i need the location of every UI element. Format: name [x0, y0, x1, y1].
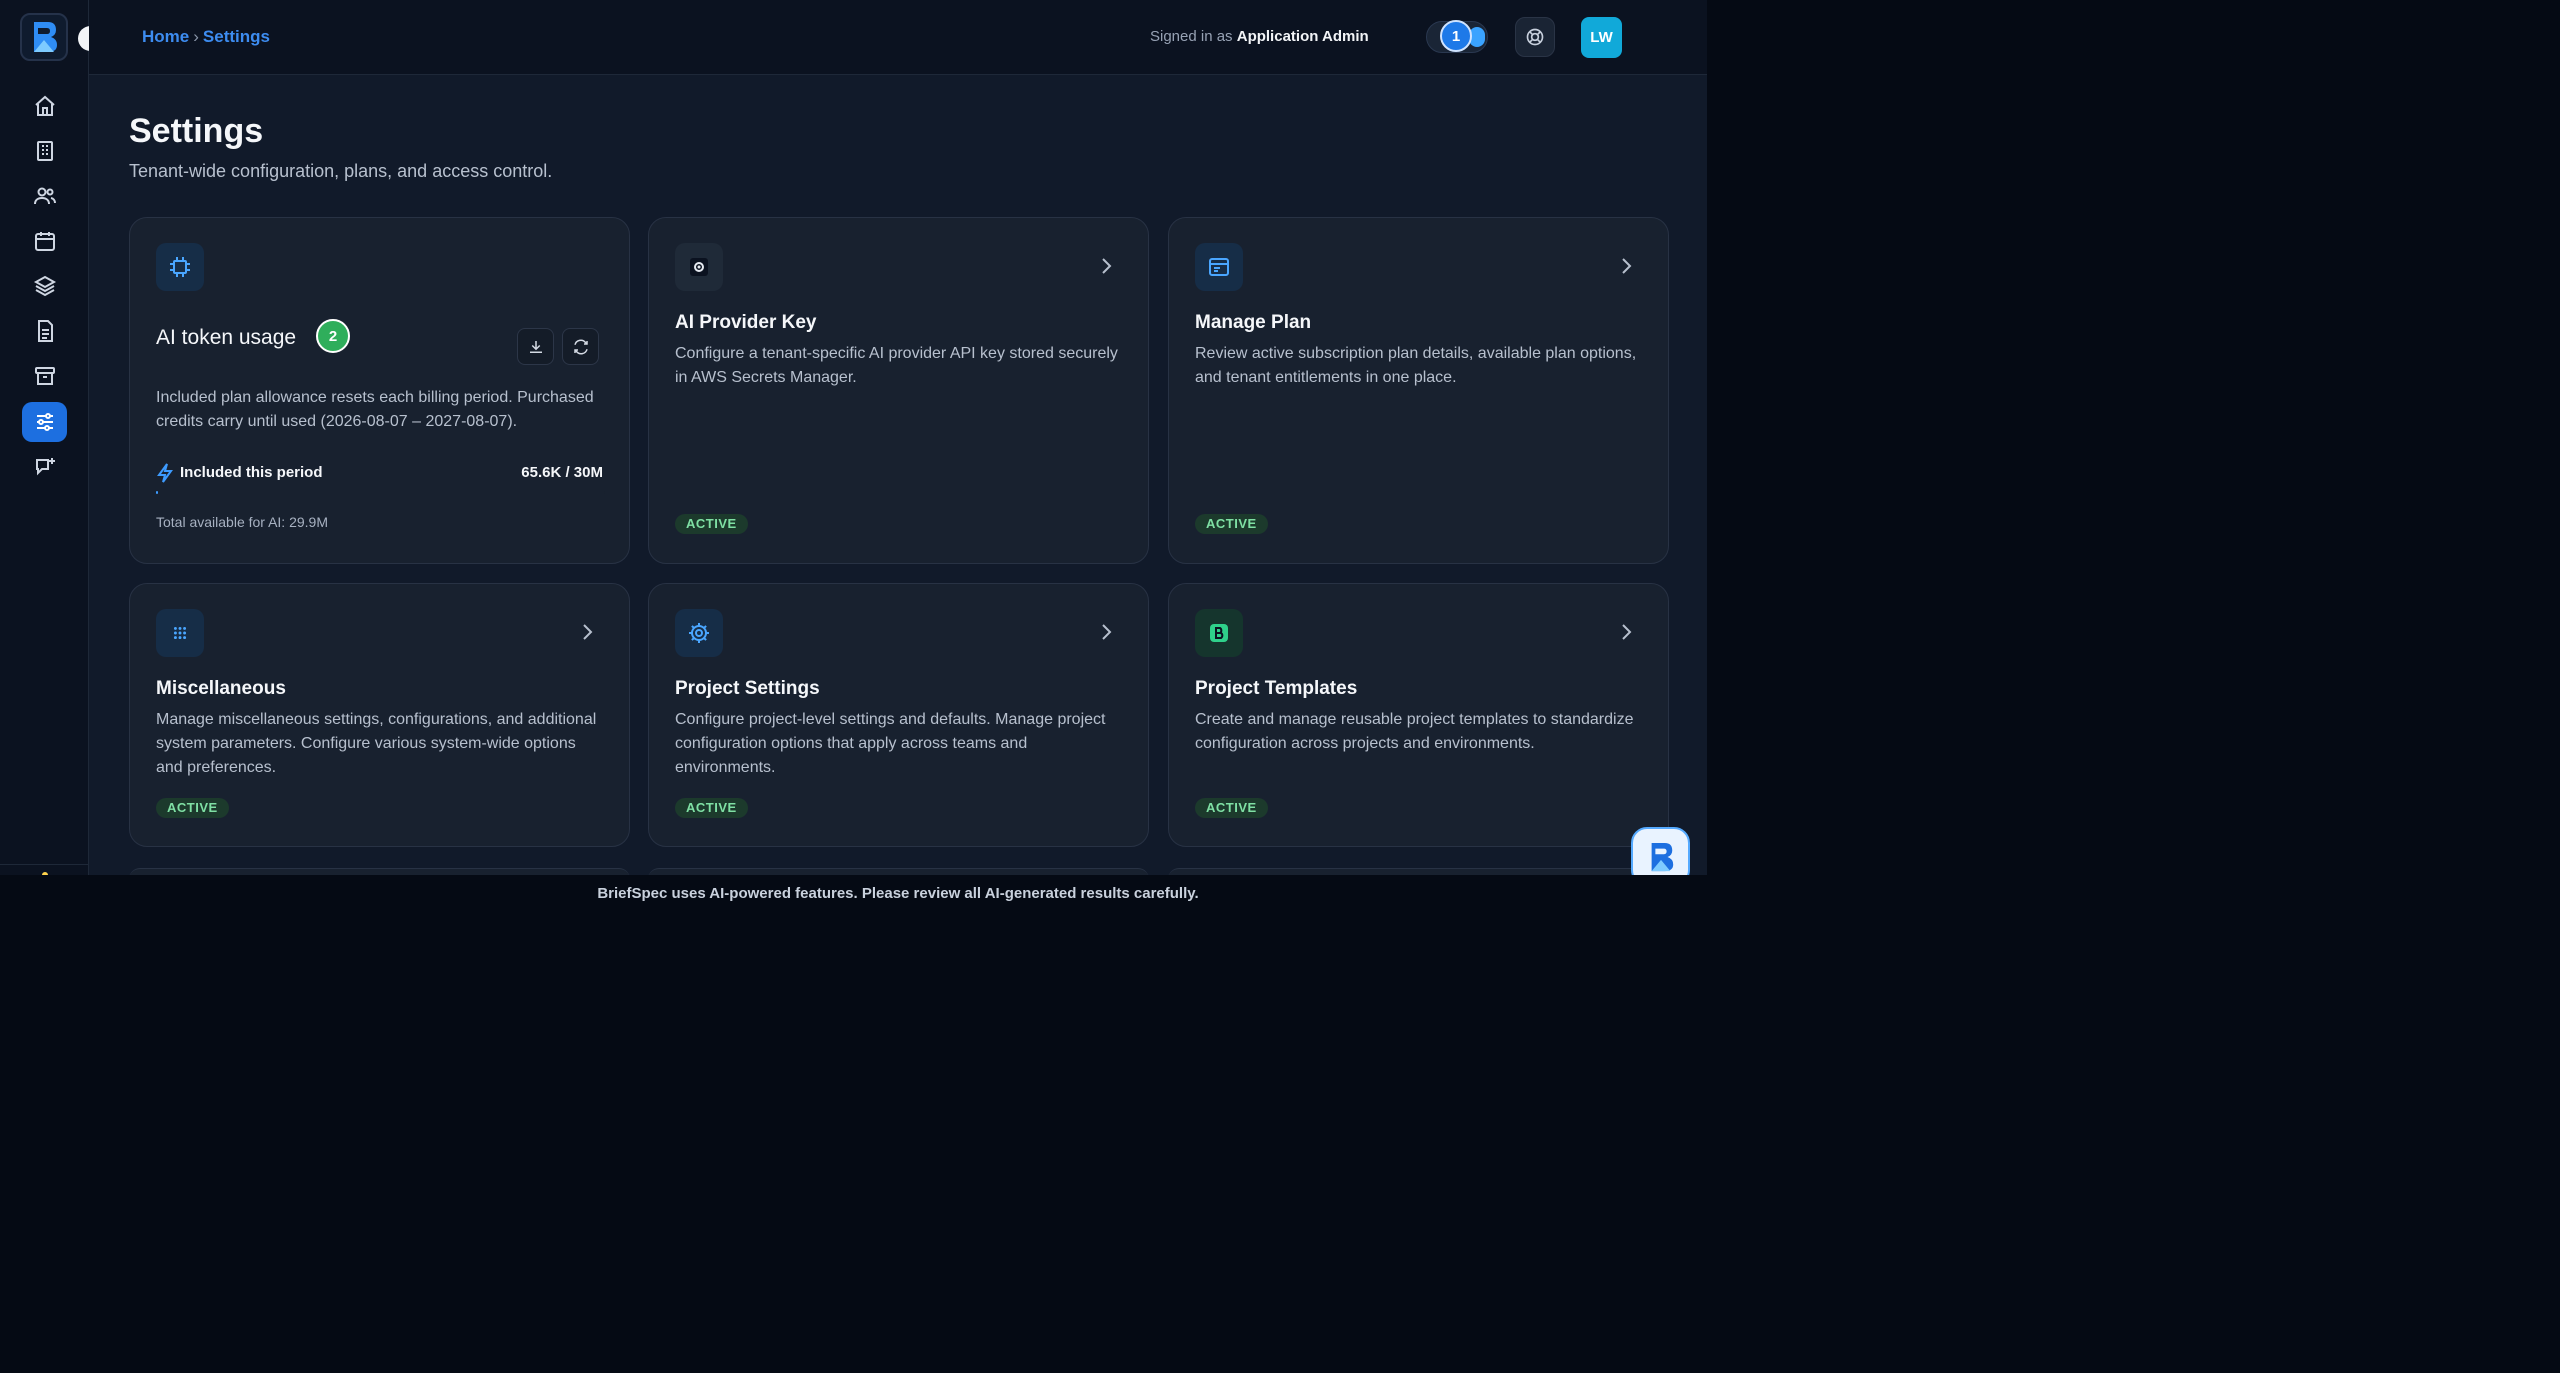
nav-organizations[interactable] — [22, 131, 67, 171]
card-icon-box — [1195, 243, 1243, 291]
token-usage-progress — [156, 491, 605, 494]
nav-calendar[interactable] — [22, 221, 67, 261]
calendar-icon — [34, 232, 55, 251]
card-icon-box — [1195, 609, 1243, 657]
cpu-chip-icon-box — [156, 243, 204, 291]
ai-disclaimer: BriefSpec uses AI-powered features. Plea… — [597, 885, 1199, 902]
status-badge: ACTIVE — [675, 514, 748, 534]
nav-home[interactable] — [22, 86, 67, 126]
card-description: Configure a tenant-specific AI provider … — [675, 345, 1118, 386]
total-available-label: Total available for AI: 29.9M — [156, 514, 328, 530]
card-description: Review active subscription plan details,… — [1195, 345, 1637, 386]
step-marker-1: 1 — [1440, 20, 1472, 52]
card-icon-box — [675, 609, 723, 657]
signed-in-prefix: Signed in as — [1150, 28, 1233, 45]
layers-icon — [33, 275, 56, 297]
nav-feedback[interactable] — [22, 447, 67, 487]
card-title: Miscellaneous — [156, 678, 286, 699]
grid-dots-icon — [173, 626, 187, 640]
card-icon-box — [156, 609, 204, 657]
chat-plus-icon — [35, 458, 55, 476]
chevron-right-icon — [583, 624, 593, 640]
status-badge: ACTIVE — [156, 798, 229, 818]
card-title: Project Templates — [1195, 678, 1358, 699]
included-period-label: Included this period — [180, 464, 323, 481]
download-usage-button[interactable] — [517, 328, 554, 365]
chevron-right-icon — [1622, 624, 1632, 640]
assistant-chat-button[interactable] — [1631, 827, 1690, 875]
users-icon — [33, 187, 56, 205]
document-icon — [37, 320, 53, 342]
page-title: Settings — [129, 112, 264, 150]
gear-icon — [689, 623, 709, 643]
lightning-icon — [157, 463, 173, 483]
card-description: Manage miscellaneous settings, configura… — [156, 711, 597, 776]
app-logo[interactable] — [20, 13, 68, 61]
nav-archive[interactable] — [22, 356, 67, 396]
template-icon — [1210, 624, 1228, 642]
plan-card-icon — [1209, 258, 1229, 276]
settings-card-project-settings[interactable]: Project Settings Configure project-level… — [648, 583, 1149, 847]
signed-in-label: Signed in as Application Admin — [1150, 28, 1369, 45]
key-target-icon — [690, 258, 708, 276]
token-usage-progress-fill — [156, 491, 159, 494]
card-title: Manage Plan — [1195, 312, 1312, 333]
refresh-usage-button[interactable] — [562, 328, 599, 365]
sidebar — [0, 0, 103, 875]
ai-token-usage-card: AI token usage 2 Included plan allowance… — [129, 217, 630, 564]
step-marker-2: 2 — [316, 319, 350, 353]
download-icon — [529, 340, 542, 353]
lifebuoy-icon — [1526, 28, 1544, 46]
settings-card-peek — [648, 868, 1149, 875]
sliders-icon — [36, 413, 53, 431]
breadcrumb: Home › Settings — [142, 27, 270, 47]
settings-card-ai-provider-key[interactable]: AI Provider Key Configure a tenant-speci… — [648, 217, 1149, 564]
chevron-right-icon — [1102, 624, 1112, 640]
nav-documents[interactable] — [22, 311, 67, 351]
settings-card-project-templates[interactable]: Project Templates Create and manage reus… — [1168, 583, 1669, 847]
card-description: Configure project-level settings and def… — [675, 711, 1106, 776]
status-badge: ACTIVE — [1195, 798, 1268, 818]
help-button[interactable] — [1515, 17, 1555, 57]
assistant-logo-icon — [1651, 842, 1673, 871]
app-window: Home › Settings Signed in as Application A… — [0, 0, 1707, 875]
building-icon — [36, 141, 53, 161]
card-title: Project Settings — [675, 678, 820, 699]
included-period-value: 65.6K / 30M — [521, 464, 603, 481]
cpu-chip-icon — [170, 257, 190, 277]
card-description: Create and manage reusable project templ… — [1195, 711, 1634, 752]
user-avatar[interactable]: LW — [1581, 17, 1622, 58]
breadcrumb-settings[interactable]: Settings — [203, 27, 270, 46]
breadcrumb-home[interactable]: Home — [142, 27, 189, 46]
settings-card-miscellaneous[interactable]: Miscellaneous Manage miscellaneous setti… — [129, 583, 630, 847]
archive-icon — [34, 367, 55, 385]
token-card-title: AI token usage — [156, 326, 297, 349]
settings-card-manage-plan[interactable]: Manage Plan Review active subscription p… — [1168, 217, 1669, 564]
sidebar-divider — [0, 864, 89, 865]
card-icon-box — [675, 243, 723, 291]
chevron-right-icon — [1102, 258, 1112, 274]
nav-users[interactable] — [22, 176, 67, 216]
card-title: AI Provider Key — [675, 312, 817, 333]
breadcrumb-separator: › — [193, 27, 199, 46]
brand-diamond-icon[interactable] — [28, 870, 62, 875]
settings-card-peek — [1168, 868, 1669, 875]
page-subtitle: Tenant-wide configuration, plans, and ac… — [129, 161, 553, 181]
status-badge: ACTIVE — [675, 798, 748, 818]
status-badge: ACTIVE — [1195, 514, 1268, 534]
token-card-description: Included plan allowance resets each bill… — [156, 389, 594, 430]
signed-in-user: Application Admin — [1236, 28, 1369, 45]
home-icon — [34, 95, 55, 116]
settings-card-peek — [129, 868, 630, 875]
chevron-right-icon — [1622, 258, 1632, 274]
nav-layers[interactable] — [22, 266, 67, 306]
nav-settings[interactable] — [22, 402, 67, 442]
refresh-icon — [573, 339, 588, 354]
